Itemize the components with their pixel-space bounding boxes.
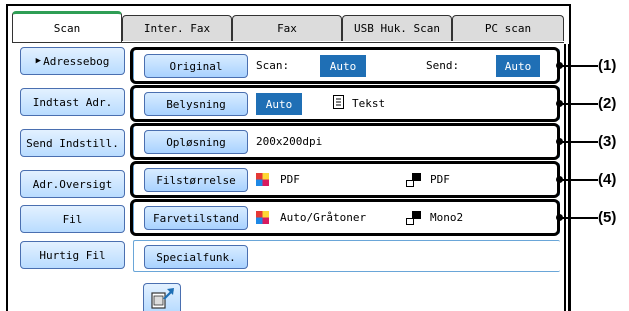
callout-line-1 (560, 65, 598, 67)
tab-fax[interactable]: Fax (232, 15, 342, 41)
scrollbar-track[interactable] (564, 44, 566, 311)
address-review-button[interactable]: Adr.Oversigt (20, 170, 125, 198)
send-settings-button[interactable]: Send Indstill. (20, 129, 125, 157)
callout-frame-5 (130, 199, 560, 236)
tab-internet-fax[interactable]: Inter. Fax (122, 15, 232, 41)
callout-label-1: (1) (598, 57, 617, 74)
mode-tabs: Scan Inter. Fax Fax USB Huk. Scan PC sca… (12, 11, 564, 43)
preview-icon-button[interactable] (143, 283, 181, 311)
callout-label-5: (5) (598, 209, 617, 226)
tab-scan[interactable]: Scan (12, 11, 122, 42)
callout-label-4: (4) (598, 171, 617, 188)
callout-line-3 (560, 141, 598, 143)
special-row: Specialfunk. (133, 240, 560, 272)
scrollbar-edge (568, 44, 570, 311)
special-modes-button[interactable]: Specialfunk. (144, 245, 248, 269)
callout-label-3: (3) (598, 133, 617, 150)
tab-usb-scan[interactable]: USB Huk. Scan (342, 15, 452, 41)
callout-line-2 (560, 103, 598, 105)
callout-frame-4 (130, 161, 560, 198)
preview-icon (151, 288, 174, 309)
enter-address-button[interactable]: Indtast Adr. (20, 88, 125, 116)
callout-frame-2 (130, 85, 560, 122)
callout-frame-1 (130, 47, 560, 84)
callout-label-2: (2) (598, 95, 617, 112)
callout-line-5 (560, 217, 598, 219)
play-arrow-icon: ▶ (35, 56, 42, 66)
callout-frame-3 (130, 123, 560, 160)
quick-file-button[interactable]: Hurtig Fil (20, 241, 125, 269)
tab-pc-scan[interactable]: PC scan (452, 15, 564, 41)
address-book-button[interactable]: ▶ Adressebog (20, 47, 125, 75)
file-button[interactable]: Fil (20, 205, 125, 233)
callout-line-4 (560, 179, 598, 181)
tab-divider (12, 42, 564, 43)
